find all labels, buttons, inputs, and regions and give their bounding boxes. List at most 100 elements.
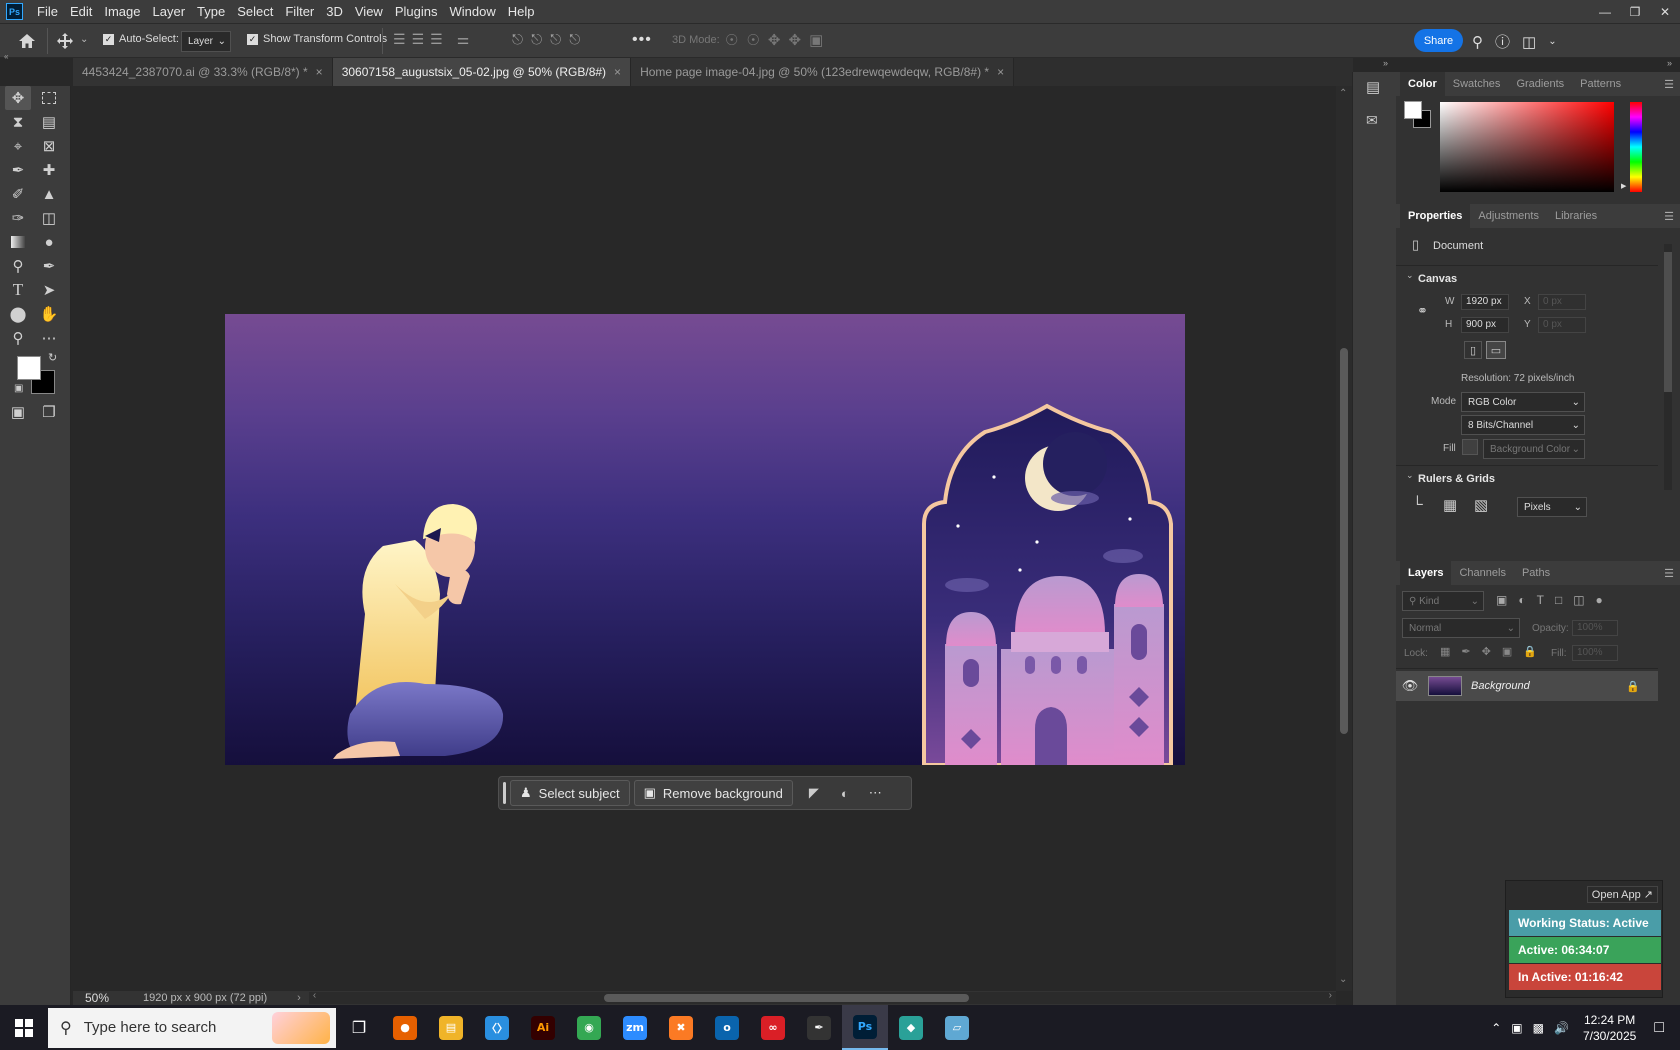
scroll-left-icon[interactable]: ‹ <box>313 990 316 1001</box>
collapse-toolbar-icon[interactable]: « <box>4 52 8 61</box>
kind-filter[interactable]: ⚲ Kind ⌄ <box>1402 591 1484 611</box>
portrait-icon[interactable]: ▯ <box>1464 341 1482 359</box>
visibility-eye-icon[interactable]: 👁 <box>1396 678 1424 694</box>
close-icon[interactable]: ✕ <box>1650 5 1680 19</box>
fill-select[interactable]: Background Color ⌄ <box>1483 439 1585 459</box>
y-field[interactable]: 0 px <box>1538 317 1586 333</box>
layer-select[interactable]: Layer ⌄ <box>181 31 231 52</box>
hue-slider[interactable] <box>1630 102 1642 192</box>
fill-opacity-field[interactable]: 100% <box>1572 645 1618 661</box>
opacity-field[interactable]: 100% <box>1572 620 1618 636</box>
close-icon[interactable]: × <box>997 65 1004 79</box>
horizontal-scrollbar[interactable]: ‹ › <box>308 990 1336 1004</box>
frame-tool-icon[interactable]: ⊠ <box>36 134 62 158</box>
taskbar-app-note[interactable]: ▱ <box>934 1005 980 1050</box>
fill-swatch[interactable] <box>1462 439 1478 455</box>
tab-swatches[interactable]: Swatches <box>1445 72 1509 96</box>
drag-handle[interactable] <box>503 782 506 804</box>
more-options-icon[interactable]: ••• <box>632 31 652 49</box>
align-top-icon[interactable]: ⎋ <box>512 31 523 48</box>
close-icon[interactable]: × <box>316 65 323 79</box>
layer-row[interactable]: 👁 Background 🔒 <box>1396 671 1658 701</box>
path-selection-icon[interactable]: ➤ <box>36 278 62 302</box>
lock-icon[interactable]: 🔒 <box>1626 680 1640 693</box>
panel-menu-icon[interactable]: ☰ <box>1664 210 1674 223</box>
menu-help[interactable]: Help <box>502 0 541 23</box>
ruler-icon[interactable]: └ <box>1412 496 1423 513</box>
checkbox-icon[interactable]: ✓ <box>103 33 114 45</box>
clock[interactable]: 12:24 PM 7/30/2025 <box>1583 1012 1636 1044</box>
taskbar-file-explorer[interactable]: ▤ <box>428 1005 474 1050</box>
tab-patterns[interactable]: Patterns <box>1572 72 1629 96</box>
menu-type[interactable]: Type <box>191 0 231 23</box>
expand-panels-icon[interactable]: » <box>1383 58 1388 68</box>
tray-expand-icon[interactable]: ⌃ <box>1491 1021 1501 1035</box>
filter-pixel-icon[interactable]: ▣ <box>1496 593 1507 607</box>
grid-icon[interactable]: ▦ <box>1443 496 1457 514</box>
taskbar-photoshop[interactable]: Ps <box>842 1005 888 1050</box>
taskbar-creative-cloud[interactable]: ∞ <box>750 1005 796 1050</box>
menu-plugins[interactable]: Plugins <box>389 0 444 23</box>
chevron-down-icon[interactable]: ⌄ <box>1406 270 1414 281</box>
taskbar-xampp[interactable]: ✖ <box>658 1005 704 1050</box>
screen-mode-icon[interactable]: ❐ <box>36 400 62 424</box>
foreground-color-swatch[interactable] <box>1404 101 1422 119</box>
task-view-button[interactable]: ❐ <box>336 1005 382 1050</box>
x-field[interactable]: 0 px <box>1538 294 1586 310</box>
swap-colors-icon[interactable]: ↻ <box>48 351 57 364</box>
comments-icon[interactable]: ✉ <box>1366 112 1378 129</box>
3d-roll-icon[interactable]: ☉ <box>746 31 759 49</box>
tab-adjustments[interactable]: Adjustments <box>1470 204 1547 228</box>
volume-icon[interactable]: 🔊 <box>1554 1021 1569 1035</box>
object-selection-icon[interactable]: ▤ <box>36 110 62 134</box>
align-left-icon[interactable]: ☰ <box>393 31 406 48</box>
menu-edit[interactable]: Edit <box>64 0 98 23</box>
foreground-color-swatch[interactable] <box>17 356 41 380</box>
menu-layer[interactable]: Layer <box>147 0 192 23</box>
taskbar-vscode[interactable]: 〈〉 <box>474 1005 520 1050</box>
scroll-up-icon[interactable]: ⌃ <box>1339 88 1347 99</box>
taskbar-illustrator[interactable]: Ai <box>520 1005 566 1050</box>
menu-select[interactable]: Select <box>231 0 279 23</box>
taskbar-zoom[interactable]: zm <box>612 1005 658 1050</box>
blur-tool-icon[interactable]: ● <box>36 230 62 254</box>
move-tool-icon[interactable] <box>55 31 75 51</box>
taskbar-search-box[interactable]: ⚲ Type here to search <box>48 1007 336 1048</box>
zoom-level[interactable]: 50% <box>73 991 129 1005</box>
crop-tool-icon[interactable]: ⌖ <box>5 134 31 158</box>
remove-background-button[interactable]: ▣ Remove background <box>633 780 793 806</box>
tab-gradients[interactable]: Gradients <box>1508 72 1572 96</box>
3d-camera-icon[interactable]: ▣ <box>809 31 823 49</box>
landscape-icon[interactable]: ▭ <box>1486 341 1506 359</box>
menu-3d[interactable]: 3D <box>320 0 349 23</box>
lock-position-icon[interactable]: ✥ <box>1482 645 1491 658</box>
link-icon[interactable]: ⚭ <box>1417 303 1428 319</box>
menu-filter[interactable]: Filter <box>279 0 320 23</box>
hand-tool-icon[interactable]: ✋ <box>36 302 62 326</box>
document-tab[interactable]: 4453424_2387070.ai @ 33.3% (RGB/8*) * × <box>73 58 333 86</box>
tray-app-icon[interactable]: ▣ <box>1511 1021 1522 1035</box>
align-bottom-icon[interactable]: ⎋ <box>550 31 561 48</box>
network-icon[interactable]: ▩ <box>1533 1021 1544 1035</box>
eraser-icon[interactable]: ◫ <box>36 206 62 230</box>
notifications-icon[interactable]: □ <box>1654 1019 1664 1037</box>
workspace-icon[interactable]: ◫ <box>1522 33 1536 51</box>
lock-artboard-icon[interactable]: ▣ <box>1502 645 1512 658</box>
more-tools-icon[interactable]: ⋯ <box>36 326 62 350</box>
taskbar-pen-tool[interactable]: ✒ <box>796 1005 842 1050</box>
select-subject-button[interactable]: ♟ Select subject <box>510 780 630 806</box>
close-icon[interactable]: × <box>614 65 621 79</box>
scroll-thumb[interactable] <box>1340 348 1348 734</box>
bits-select[interactable]: 8 Bits/Channel ⌄ <box>1461 415 1585 435</box>
chevron-down-icon[interactable]: ⌄ <box>80 34 88 45</box>
move-tool-icon[interactable]: ✥ <box>5 86 31 110</box>
document-tab[interactable]: 30607158_augustsix_05-02.jpg @ 50% (RGB/… <box>332 58 632 86</box>
transform-icon[interactable]: ◤ <box>809 785 819 801</box>
help-icon[interactable]: ⓘ <box>1495 31 1510 52</box>
tab-properties[interactable]: Properties <box>1400 204 1471 228</box>
align-center-icon[interactable]: ☰ <box>412 31 425 48</box>
color-field[interactable] <box>1440 102 1614 192</box>
healing-brush-icon[interactable]: ✚ <box>36 158 62 182</box>
auto-select-checkbox[interactable]: ✓ Auto-Select: <box>103 33 179 45</box>
panel-menu-icon[interactable]: ☰ <box>1664 567 1674 580</box>
